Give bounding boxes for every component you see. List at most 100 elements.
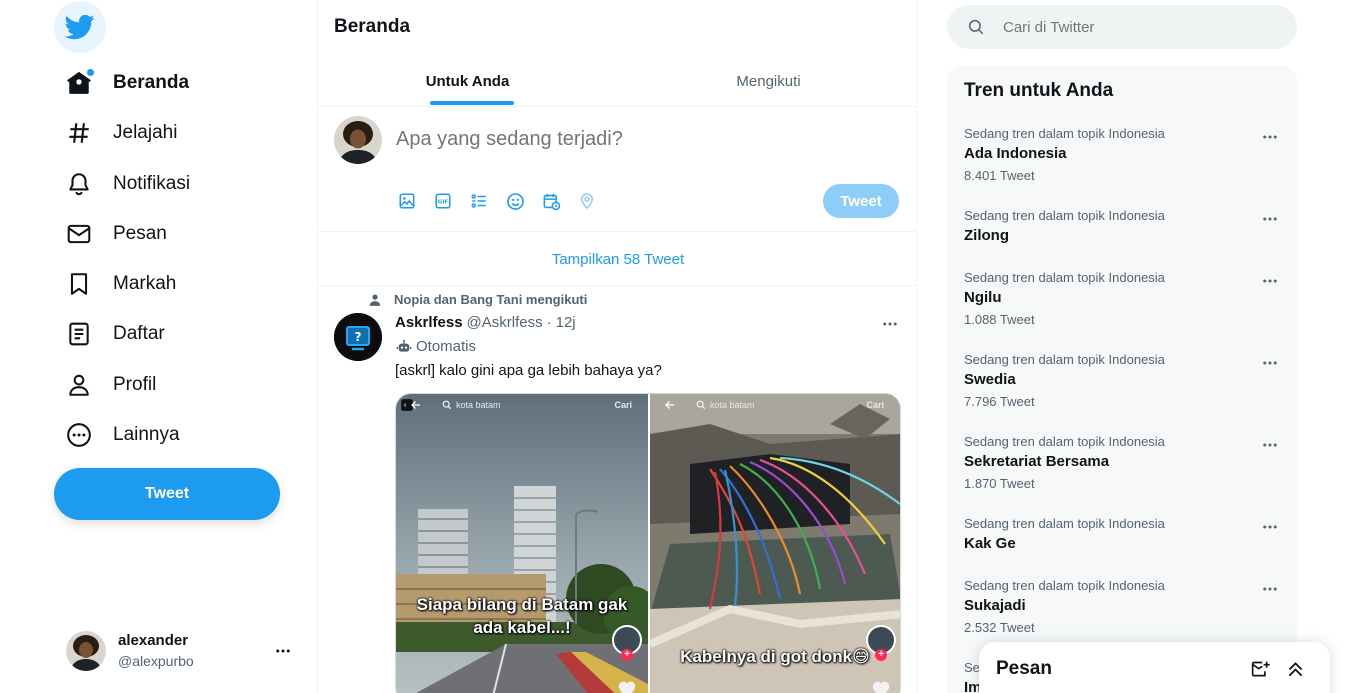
trend-count: 8.401 Tweet [964,168,1035,183]
media-image-1[interactable]: kota batam Cari Siapa bilang di Batam ga… [396,394,648,693]
messages-drawer[interactable]: Pesan [979,642,1330,693]
follow-plus-icon: + [621,649,633,661]
trend-category: Sedang tren dalam topik Indonesia [964,270,1165,285]
new-message-icon[interactable] [1250,659,1271,680]
show-new-tweets-link[interactable]: Tampilkan 58 Tweet [318,233,916,285]
tweet-header: Askrlfess @Askrlfess · 12j [395,314,576,331]
nav-label: Jelajahi [113,122,178,143]
more-icon[interactable] [274,642,292,660]
trend-name: Ngilu [964,289,1002,306]
nav-label: Daftar [113,323,165,344]
bookmark-icon [54,259,104,309]
caption-line: ada kabel...! [473,618,571,637]
image-icon[interactable] [395,189,419,213]
nav-item-profil[interactable]: Profil [54,360,156,410]
poll-icon[interactable] [467,189,491,213]
account-name: alexander [118,632,189,649]
svg-text:GIF: GIF [438,200,449,206]
more-icon[interactable] [1261,128,1279,146]
trend-count: 2.532 Tweet [964,620,1035,635]
trend-name: Sekretariat Bersama [964,453,1110,470]
tab-mengikuti[interactable]: Mengikuti [619,55,916,107]
chevron-up-double-icon[interactable] [1285,659,1306,680]
tweet-author-handle[interactable]: @Askrlfess [467,314,543,331]
avatar[interactable] [334,116,382,164]
nav-item-beranda[interactable]: Beranda [54,58,189,108]
nav-item-lainnya[interactable]: Lainnya [54,410,180,460]
trend-name: Sukajadi [964,597,1026,614]
more-icon[interactable] [1261,210,1279,228]
avatar [66,631,106,671]
location-icon[interactable] [575,189,599,213]
person-icon [54,360,104,410]
left-sidebar: Beranda Jelajahi Notifikasi Pesan Markah… [0,0,318,693]
svg-text:?: ? [355,330,362,344]
search-icon [442,400,452,410]
nav-item-jelajahi[interactable]: Jelajahi [54,108,177,158]
media-top-bar: kota batam Cari [396,394,648,416]
nav-item-markah[interactable]: Markah [54,259,176,309]
nav-label: Markah [113,273,177,294]
automated-text: Otomatis [416,338,477,355]
caption-line: Siapa bilang di Batam gak [416,595,628,614]
back-arrow-icon [665,401,674,409]
twitter-logo-icon[interactable] [54,1,106,53]
trend-count: 1.088 Tweet [964,312,1035,327]
media-image-2[interactable]: kota batam Cari Kabelnya di got donk😅 + [648,394,900,693]
social-context-text: Nopia dan Bang Tani mengikuti [394,292,588,307]
tweet-author-name[interactable]: Askrlfess [395,314,463,331]
media-caption: Kabelnya di got donk😅 [650,645,900,668]
search-bar[interactable] [947,5,1297,49]
caption-line: Kabelnya di got donk😅 [680,647,870,666]
more-icon[interactable] [1261,518,1279,536]
messages-title: Pesan [996,658,1052,679]
tweet-media[interactable]: kota batam Cari Siapa bilang di Batam ga… [395,393,901,693]
more-icon[interactable] [1261,272,1279,290]
tweet-timestamp[interactable]: 12j [556,314,576,331]
compose-tweet-button[interactable]: Tweet [823,184,899,218]
search-input[interactable] [1003,18,1283,36]
automated-label[interactable]: Otomatis [396,338,476,355]
avatar[interactable]: ? [334,313,382,361]
more-icon[interactable] [881,315,899,333]
trend-count: 7.796 Tweet [964,394,1035,409]
more-icon[interactable] [1261,580,1279,598]
social-context[interactable]: Nopia dan Bang Tani mengikuti [368,292,587,307]
account-handle: @alexpurbo [118,653,194,669]
back-arrow-icon [411,401,420,409]
gif-icon[interactable]: GIF [431,189,455,213]
divider [318,231,916,232]
trend-name: Swedia [964,371,1016,388]
tweet-separator: · [546,314,552,331]
more-icon[interactable] [1261,354,1279,372]
heart-icon [618,681,636,693]
notification-dot [87,69,94,76]
trend-category: Sedang tren dalam topik Indonesia [964,516,1165,531]
schedule-icon[interactable] [539,189,563,213]
account-switcher[interactable]: alexander @alexpurbo [54,622,304,680]
hashtag-icon [54,108,104,158]
robot-icon [396,339,412,352]
nav-label: Notifikasi [113,173,191,194]
page-title: Beranda [334,16,411,37]
nav-label: Beranda [113,72,190,93]
nav-label: Lainnya [113,424,180,445]
city-photo [396,394,648,693]
trend-category: Sedang tren dalam topik Indonesia [964,578,1165,593]
trend-name: Zilong [964,227,1009,244]
list-icon [54,309,104,359]
nav-item-notifikasi[interactable]: Notifikasi [54,159,190,209]
more-icon[interactable] [1261,436,1279,454]
emoji-icon[interactable] [503,189,527,213]
trend-category: Sedang tren dalam topik Indonesia [964,352,1165,367]
tab-untuk-anda[interactable]: Untuk Anda [318,55,617,107]
compose-input[interactable] [396,128,876,151]
divider [318,285,916,286]
trends-panel: Tren untuk Anda Sedang tren dalam topik … [947,65,1297,693]
active-tab-indicator [430,101,514,105]
home-icon [54,58,104,108]
tweet-text: [askrl] kalo gini apa ga lebih bahaya ya… [395,362,662,379]
nav-item-daftar[interactable]: Daftar [54,309,165,359]
tweet-button[interactable]: Tweet [54,468,280,520]
nav-item-pesan[interactable]: Pesan [54,209,167,259]
